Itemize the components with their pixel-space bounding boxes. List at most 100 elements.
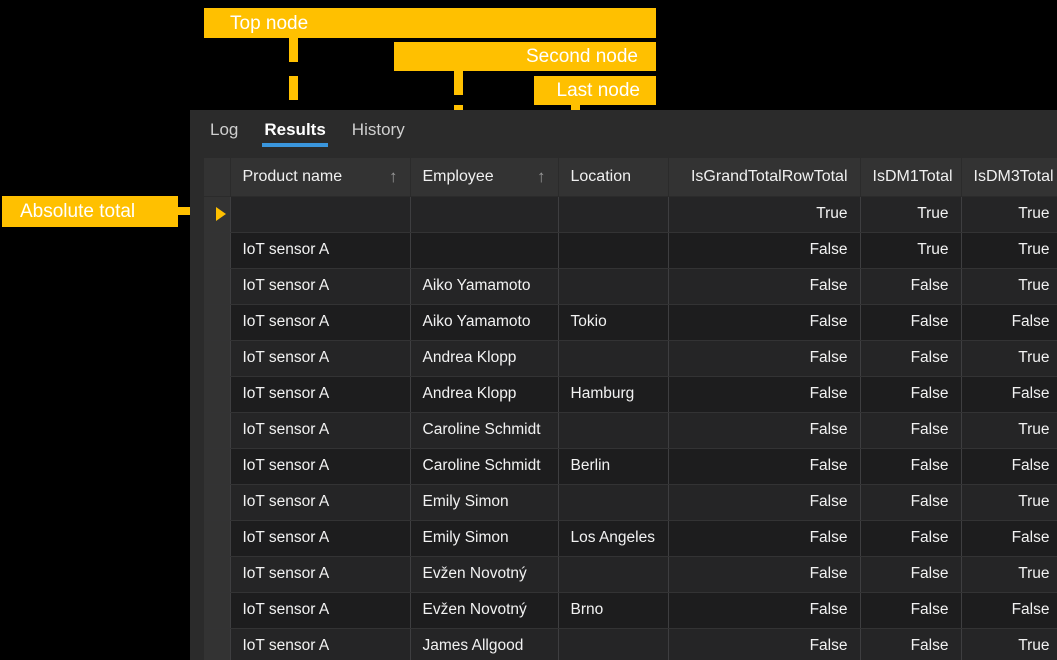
cell-location[interactable] [558, 196, 669, 233]
cell-isdm3total[interactable]: False [961, 592, 1057, 629]
row-selector-cell[interactable] [204, 520, 231, 557]
cell-isgrandtotalrowtotal[interactable]: False [668, 484, 861, 521]
cell-isdm3total[interactable]: True [961, 556, 1057, 593]
cell-isdm3total[interactable]: True [961, 340, 1057, 377]
cell-isdm3total[interactable]: True [961, 484, 1057, 521]
cell-location[interactable]: Berlin [558, 448, 669, 485]
cell-location[interactable]: Brno [558, 592, 669, 629]
cell-isgrandtotalrowtotal[interactable]: False [668, 520, 861, 557]
cell-isdm1total[interactable]: False [860, 268, 962, 305]
cell-employee[interactable]: Andrea Klopp [410, 376, 559, 413]
results-grid-container[interactable]: Product name ↑ Employee ↑ Location IsGra… [204, 158, 1057, 660]
cell-product-name[interactable]: IoT sensor A [230, 592, 411, 629]
column-header-isdm3total[interactable]: IsDM3Total [961, 158, 1057, 197]
cell-location[interactable] [558, 484, 669, 521]
cell-employee[interactable]: James Allgood [410, 628, 559, 660]
cell-product-name[interactable]: IoT sensor A [230, 520, 411, 557]
row-selector-cell[interactable] [204, 628, 231, 660]
table-row[interactable]: IoT sensor A Emily Simon Los Angeles False F… [204, 520, 1057, 557]
cell-employee[interactable] [410, 196, 559, 233]
cell-isgrandtotalrowtotal[interactable]: False [668, 628, 861, 660]
cell-isdm3total[interactable]: True [961, 268, 1057, 305]
cell-location[interactable] [558, 556, 669, 593]
cell-isdm3total[interactable]: False [961, 304, 1057, 341]
cell-isgrandtotalrowtotal[interactable]: False [668, 340, 861, 377]
column-header-product-name[interactable]: Product name ↑ [230, 158, 411, 197]
cell-employee[interactable]: Andrea Klopp [410, 340, 559, 377]
table-row[interactable]: IoT sensor A Caroline Schmidt Berlin False F… [204, 448, 1057, 485]
cell-isdm3total[interactable]: False [961, 520, 1057, 557]
tab-log[interactable]: Log [208, 116, 240, 149]
cell-employee[interactable]: Emily Simon [410, 520, 559, 557]
cell-product-name[interactable]: IoT sensor A [230, 412, 411, 449]
row-selector-cell[interactable] [204, 592, 231, 629]
cell-product-name[interactable]: IoT sensor A [230, 268, 411, 305]
cell-isdm3total[interactable]: True [961, 628, 1057, 660]
table-row[interactable]: IoT sensor A Andrea Klopp False False True [204, 340, 1057, 377]
cell-location[interactable] [558, 412, 669, 449]
cell-isgrandtotalrowtotal[interactable]: False [668, 556, 861, 593]
table-row[interactable]: IoT sensor A Caroline Schmidt False False Tr… [204, 412, 1057, 449]
cell-isdm1total[interactable]: False [860, 592, 962, 629]
table-row[interactable]: IoT sensor A James Allgood False False True [204, 628, 1057, 660]
cell-isgrandtotalrowtotal[interactable]: False [668, 448, 861, 485]
cell-isdm3total[interactable]: True [961, 412, 1057, 449]
cell-isgrandtotalrowtotal[interactable]: True [668, 196, 861, 233]
cell-isdm1total[interactable]: True [860, 232, 962, 269]
cell-isdm1total[interactable]: False [860, 484, 962, 521]
column-header-isdm1total[interactable]: IsDM1Total [860, 158, 962, 197]
cell-location[interactable] [558, 232, 669, 269]
column-header-isgrandtotalrowtotal[interactable]: IsGrandTotalRowTotal [668, 158, 861, 197]
table-row[interactable]: IoT sensor A Evžen Novotný Brno False False F… [204, 592, 1057, 629]
table-row[interactable]: IoT sensor A Aiko Yamamoto Tokio False False… [204, 304, 1057, 341]
row-selector-cell[interactable] [204, 448, 231, 485]
row-selector-cell[interactable] [204, 376, 231, 413]
cell-isdm1total[interactable]: True [860, 196, 962, 233]
table-row[interactable]: IoT sensor A Emily Simon False False True [204, 484, 1057, 521]
cell-product-name[interactable]: IoT sensor A [230, 448, 411, 485]
table-row[interactable]: IoT sensor A False True True [204, 232, 1057, 269]
cell-product-name[interactable] [230, 196, 411, 233]
cell-isdm1total[interactable]: False [860, 376, 962, 413]
cell-isdm3total[interactable]: False [961, 376, 1057, 413]
column-header-location[interactable]: Location [558, 158, 669, 197]
cell-employee[interactable]: Evžen Novotný [410, 556, 559, 593]
cell-employee[interactable]: Aiko Yamamoto [410, 268, 559, 305]
cell-isgrandtotalrowtotal[interactable]: False [668, 412, 861, 449]
sort-ascending-icon[interactable]: ↑ [389, 167, 398, 187]
cell-location[interactable] [558, 628, 669, 660]
cell-isdm1total[interactable]: False [860, 412, 962, 449]
cell-isdm1total[interactable]: False [860, 556, 962, 593]
cell-location[interactable]: Hamburg [558, 376, 669, 413]
cell-product-name[interactable]: IoT sensor A [230, 304, 411, 341]
cell-location[interactable]: Los Angeles [558, 520, 669, 557]
cell-location[interactable]: Tokio [558, 304, 669, 341]
cell-product-name[interactable]: IoT sensor A [230, 628, 411, 660]
cell-isdm1total[interactable]: False [860, 520, 962, 557]
cell-isgrandtotalrowtotal[interactable]: False [668, 304, 861, 341]
row-selector-cell[interactable] [204, 196, 231, 233]
table-row[interactable]: True True True [204, 196, 1057, 233]
row-selector-cell[interactable] [204, 484, 231, 521]
row-selector-cell[interactable] [204, 304, 231, 341]
cell-product-name[interactable]: IoT sensor A [230, 340, 411, 377]
cell-isdm1total[interactable]: False [860, 448, 962, 485]
column-header-employee[interactable]: Employee ↑ [410, 158, 559, 197]
row-selector-cell[interactable] [204, 412, 231, 449]
cell-isgrandtotalrowtotal[interactable]: False [668, 232, 861, 269]
cell-employee[interactable]: Aiko Yamamoto [410, 304, 559, 341]
cell-employee[interactable]: Caroline Schmidt [410, 412, 559, 449]
tab-results[interactable]: Results [262, 116, 328, 149]
cell-isdm1total[interactable]: False [860, 628, 962, 660]
cell-location[interactable] [558, 268, 669, 305]
cell-isdm1total[interactable]: False [860, 304, 962, 341]
row-selector-cell[interactable] [204, 340, 231, 377]
tab-history[interactable]: History [350, 116, 407, 149]
sort-ascending-icon[interactable]: ↑ [537, 167, 546, 187]
cell-product-name[interactable]: IoT sensor A [230, 232, 411, 269]
cell-product-name[interactable]: IoT sensor A [230, 376, 411, 413]
row-selector-cell[interactable] [204, 556, 231, 593]
cell-isdm3total[interactable]: True [961, 232, 1057, 269]
row-selector-cell[interactable] [204, 268, 231, 305]
cell-employee[interactable]: Caroline Schmidt [410, 448, 559, 485]
